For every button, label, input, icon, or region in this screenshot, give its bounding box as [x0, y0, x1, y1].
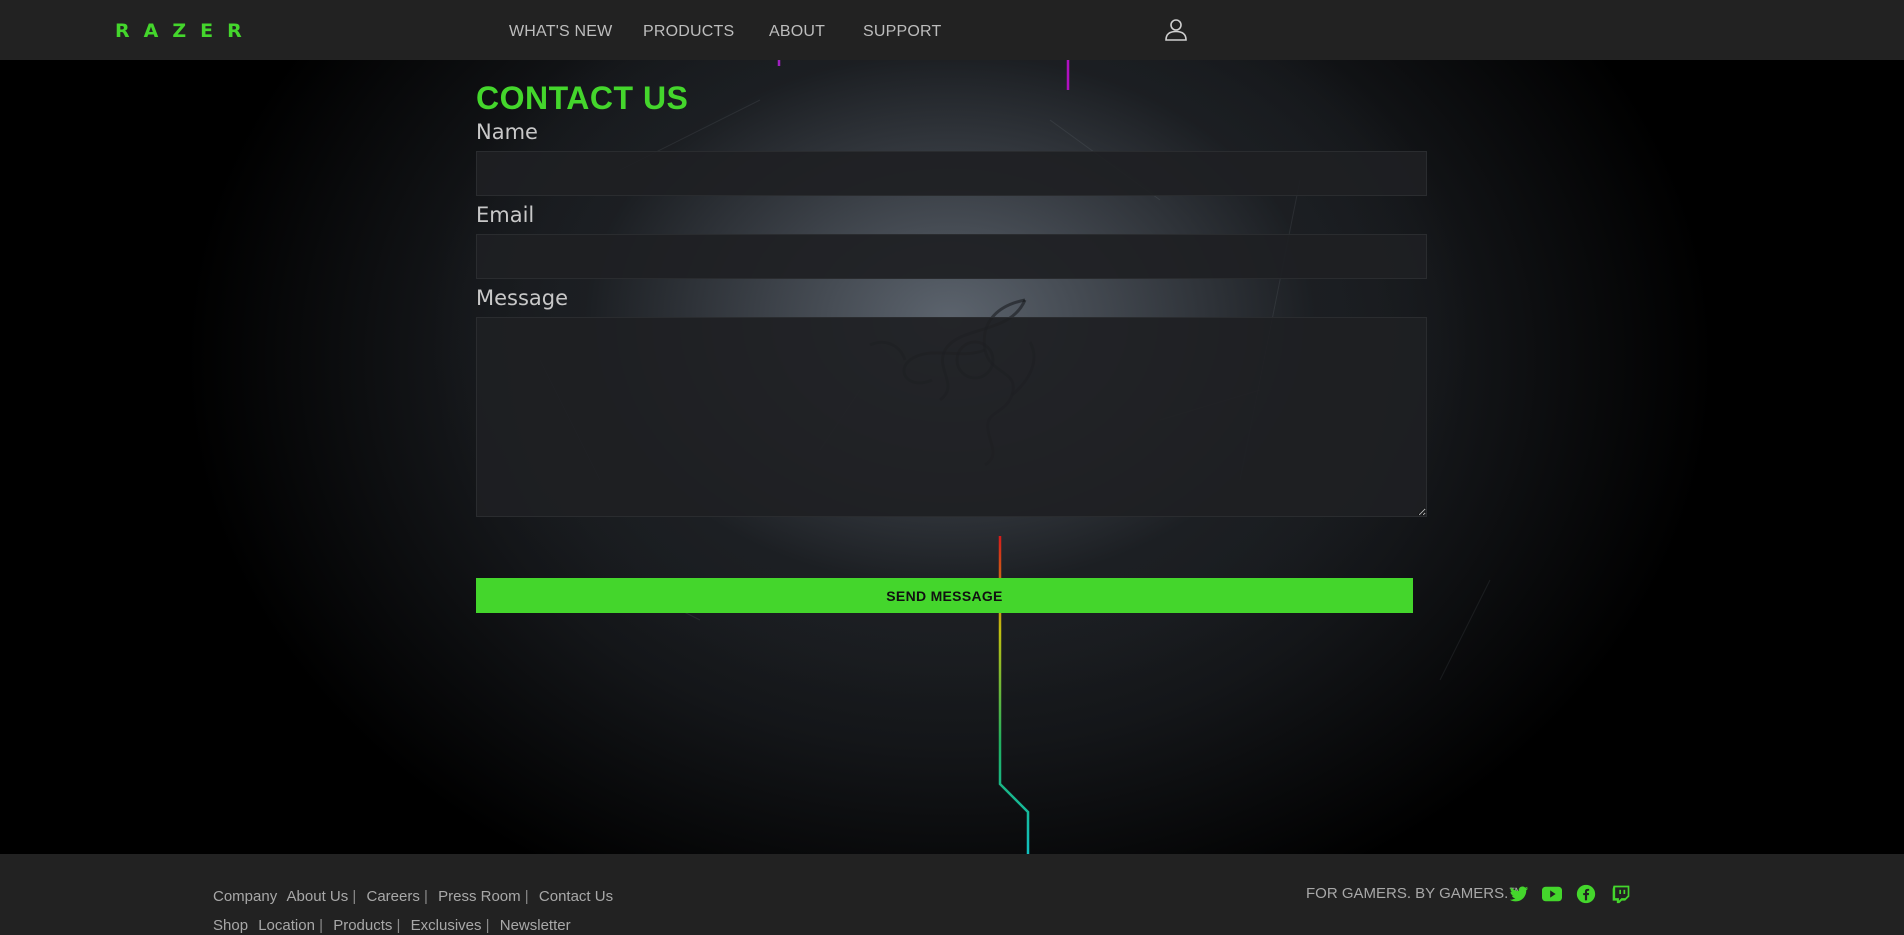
email-label: Email [476, 203, 535, 227]
top-navigation: RAZER WHAT'S NEW PRODUCTS ABOUT SUPPORT [0, 0, 1904, 60]
footer-link-about-us[interactable]: About Us [287, 888, 349, 905]
footer-link-shop[interactable]: Shop [213, 917, 248, 934]
footer-links-row-2: Shop Location | Products | Exclusives | … [213, 917, 571, 934]
divider: | [520, 888, 529, 905]
nav-support[interactable]: SUPPORT [863, 23, 941, 41]
facebook-icon[interactable] [1576, 884, 1596, 904]
nav-whats-new[interactable]: WHAT'S NEW [509, 23, 612, 41]
footer-link-careers[interactable]: Careers [367, 888, 420, 905]
razer-logo[interactable]: RAZER [115, 20, 256, 42]
footer-links-row-1: Company About Us | Careers | Press Room … [213, 888, 613, 905]
footer-tagline: FOR GAMERS. BY GAMERS.™ [1306, 885, 1524, 902]
user-icon[interactable] [1162, 16, 1190, 44]
site-footer: Company About Us | Careers | Press Room … [0, 854, 1904, 935]
footer-link-contact-us[interactable]: Contact Us [539, 888, 613, 905]
youtube-icon[interactable] [1541, 884, 1562, 904]
divider: | [314, 917, 324, 934]
nav-about[interactable]: ABOUT [769, 23, 825, 41]
name-field[interactable] [476, 151, 1427, 196]
footer-link-location[interactable]: Location [258, 917, 315, 934]
message-field[interactable] [476, 317, 1427, 517]
divider: | [348, 888, 357, 905]
contact-title: CONTACT US [476, 80, 689, 116]
twitch-icon[interactable] [1611, 884, 1631, 904]
twitter-icon[interactable] [1509, 884, 1529, 904]
nav-products[interactable]: PRODUCTS [643, 23, 734, 41]
footer-link-newsletter[interactable]: Newsletter [500, 917, 571, 934]
email-field[interactable] [476, 234, 1427, 279]
divider: | [392, 917, 401, 934]
name-label: Name [476, 120, 538, 144]
footer-link-company[interactable]: Company [213, 888, 277, 905]
footer-link-exclusives[interactable]: Exclusives [411, 917, 482, 934]
send-message-button[interactable]: SEND MESSAGE [476, 578, 1413, 613]
divider: | [481, 917, 490, 934]
divider: | [419, 888, 428, 905]
footer-link-products[interactable]: Products [333, 917, 392, 934]
footer-link-press-room[interactable]: Press Room [438, 888, 521, 905]
message-label: Message [476, 286, 569, 310]
